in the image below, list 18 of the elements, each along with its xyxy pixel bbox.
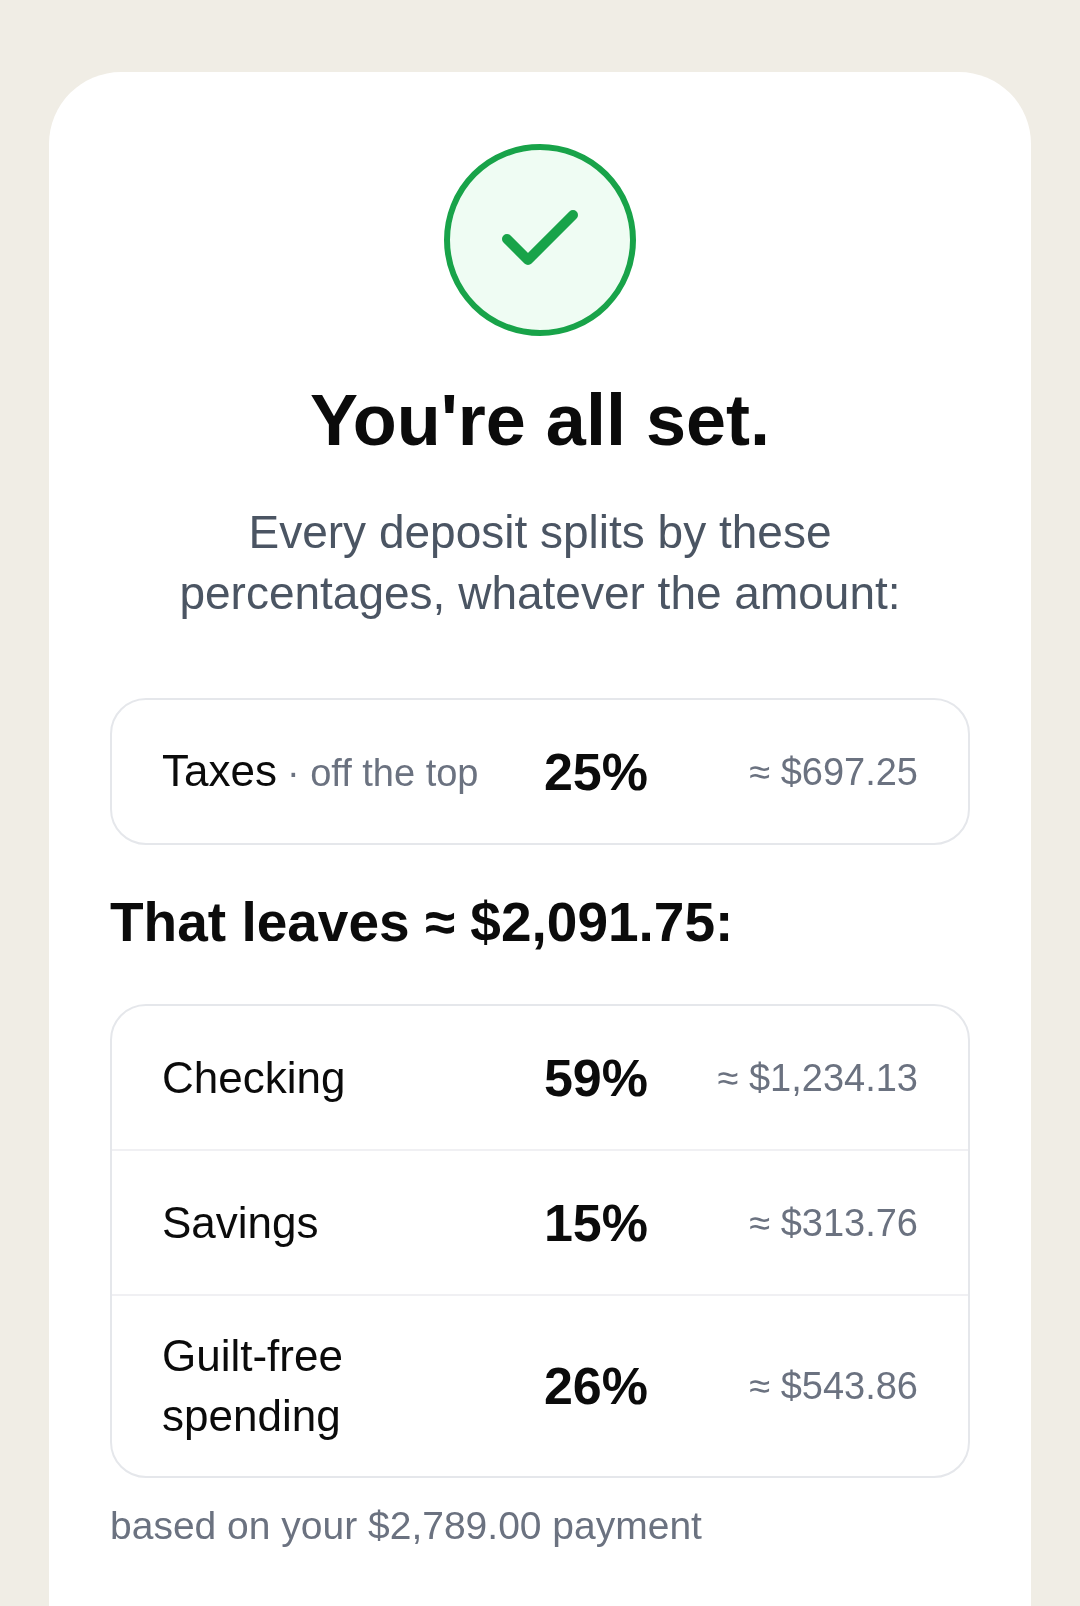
category-name: Checking: [162, 1051, 346, 1104]
success-title: You're all set.: [310, 379, 770, 462]
amount-value: ≈ $543.86: [749, 1364, 918, 1409]
category-name: Taxes: [162, 744, 277, 797]
category-name: Guilt-free spending: [162, 1330, 344, 1442]
description-text: Every deposit splits by these percentages, whatever the amount:: [178, 505, 902, 621]
category-name: Savings: [162, 1196, 319, 1249]
amount-value: ≈ $697.25: [749, 749, 918, 795]
amount-value: ≈ $313.76: [749, 1200, 918, 1246]
percent-value: 59%: [543, 1047, 648, 1108]
footnote-text: based on your $2,789.00 payment: [110, 1503, 702, 1549]
category-note: · off the top: [286, 750, 479, 796]
remainder-heading: That leaves ≈ $2,091.75:: [110, 890, 734, 955]
percent-value: 25%: [543, 741, 648, 802]
percent-value: 26%: [543, 1356, 648, 1416]
amount-value: ≈ $1,234.13: [717, 1055, 918, 1101]
percent-value: 15%: [543, 1192, 648, 1253]
check-circle-icon: [444, 144, 636, 336]
